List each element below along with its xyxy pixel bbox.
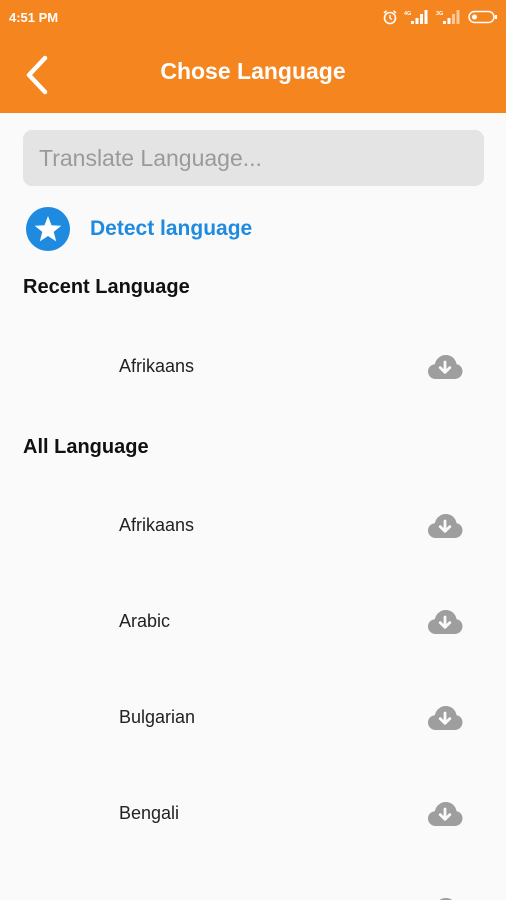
download-button[interactable]: [427, 796, 463, 832]
cloud-download-icon: [428, 706, 463, 730]
svg-text:4G: 4G: [404, 11, 411, 17]
recent-language-heading: Recent Language: [23, 276, 190, 298]
language-name: Bengali: [119, 803, 180, 823]
cloud-download-icon: [428, 802, 463, 826]
download-button[interactable]: [427, 349, 463, 385]
language-name: Bulgarian: [119, 707, 196, 727]
alarm-icon: [383, 10, 397, 25]
detect-language-label: Detect language: [90, 217, 253, 240]
language-row-partial[interactable]: [0, 882, 506, 900]
language-row[interactable]: Arabic: [0, 594, 506, 650]
search-input[interactable]: [23, 130, 484, 186]
search-box: [23, 130, 484, 186]
download-button[interactable]: [427, 508, 463, 544]
svg-text:3G: 3G: [436, 11, 443, 17]
status-bar: 4:51 PM 4G 3G: [0, 0, 506, 36]
cloud-download-icon: [428, 610, 463, 634]
all-language-heading: All Language: [23, 436, 149, 458]
status-icons: 4G 3G: [382, 8, 498, 26]
language-name: Afrikaans: [119, 356, 195, 376]
signal-3g-icon: 3G: [436, 10, 460, 24]
language-row[interactable]: Bengali: [0, 786, 506, 842]
battery-icon: [468, 10, 497, 24]
language-name: Afrikaans: [119, 515, 195, 535]
recent-language-row[interactable]: Afrikaans: [0, 339, 506, 395]
cloud-download-icon: [428, 514, 463, 538]
star-icon: [26, 207, 70, 251]
download-button[interactable]: [427, 700, 463, 736]
signal-4g-icon: 4G: [404, 10, 428, 24]
detect-language-button[interactable]: Detect language: [26, 207, 252, 251]
language-name: Arabic: [119, 611, 171, 631]
language-row[interactable]: Bulgarian: [0, 690, 506, 746]
app-header: 4:51 PM 4G 3G Chose Language: [0, 0, 506, 113]
download-button[interactable]: [427, 604, 463, 640]
language-row[interactable]: Afrikaans: [0, 498, 506, 554]
download-button[interactable]: [427, 892, 463, 900]
status-time: 4:51 PM: [9, 10, 59, 25]
cloud-download-icon: [428, 355, 463, 379]
page-title: Chose Language: [160, 58, 346, 84]
